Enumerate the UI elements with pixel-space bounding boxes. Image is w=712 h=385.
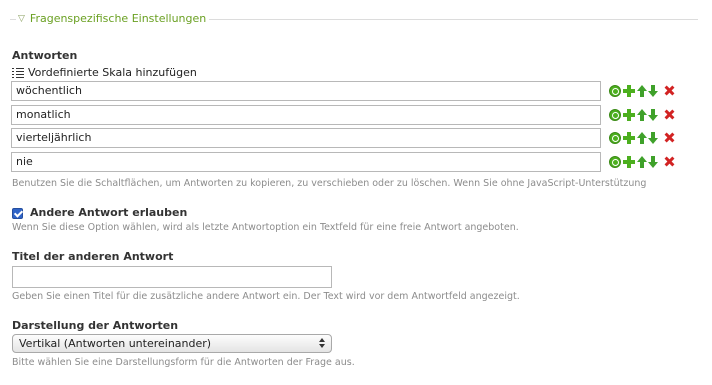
arrow-up-icon[interactable] — [637, 156, 647, 168]
answer-row — [11, 128, 701, 150]
plus-icon[interactable] — [623, 85, 635, 97]
arrow-down-icon[interactable] — [648, 156, 658, 168]
other-title-label: Titel der anderen Antwort — [12, 250, 174, 263]
arrow-down-icon[interactable] — [648, 85, 658, 97]
add-scale-link[interactable]: Vordefinierte Skala hinzufügen — [12, 66, 197, 80]
allow-other-option[interactable]: Andere Antwort erlauben — [12, 206, 187, 220]
answer-row — [11, 152, 701, 174]
answer-input[interactable] — [11, 105, 601, 125]
answer-input[interactable] — [11, 152, 601, 172]
other-title-input[interactable] — [12, 266, 332, 288]
plus-icon[interactable] — [623, 109, 635, 121]
plus-icon[interactable] — [623, 132, 635, 144]
triangle-down-icon: ▽ — [18, 14, 25, 24]
arrow-up-icon[interactable] — [637, 132, 647, 144]
other-title-help-text: Geben Sie einen Titel für die zusätzlich… — [12, 291, 520, 302]
delete-icon[interactable] — [664, 132, 675, 144]
display-help-text: Bitte wählen Sie eine Darstellungsform f… — [12, 357, 355, 368]
plus-icon[interactable] — [623, 156, 635, 168]
arrow-up-icon[interactable] — [637, 109, 647, 121]
allow-other-checkbox[interactable] — [12, 207, 23, 219]
display-select-value: Vertikal (Antworten untereinander) — [19, 337, 212, 350]
answer-row — [11, 105, 701, 127]
allow-other-label: Andere Antwort erlauben — [30, 206, 188, 219]
answer-row — [11, 81, 701, 103]
section-legend[interactable]: ▽ Fragenspezifische Einstellungen — [16, 12, 210, 26]
answer-input[interactable] — [11, 128, 601, 148]
answers-label: Antworten — [12, 49, 78, 62]
display-label: Darstellung der Antworten — [12, 319, 179, 332]
copy-icon[interactable] — [609, 85, 621, 97]
add-scale-label: Vordefinierte Skala hinzufügen — [28, 66, 197, 79]
delete-icon[interactable] — [664, 85, 675, 97]
arrow-down-icon[interactable] — [648, 109, 658, 121]
display-select[interactable]: Vertikal (Antworten untereinander) — [12, 334, 332, 353]
copy-icon[interactable] — [609, 109, 621, 121]
copy-icon[interactable] — [609, 156, 621, 168]
section-legend-text: Fragenspezifische Einstellungen — [29, 12, 207, 25]
answers-help-text: Benutzen Sie die Schaltflächen, um Antwo… — [12, 178, 647, 189]
list-icon — [12, 67, 24, 79]
select-arrows-icon — [319, 338, 326, 349]
arrow-down-icon[interactable] — [648, 132, 658, 144]
allow-other-help-text: Wenn Sie diese Option wählen, wird als l… — [12, 222, 519, 233]
answer-input[interactable] — [11, 81, 601, 101]
arrow-up-icon[interactable] — [637, 85, 647, 97]
delete-icon[interactable] — [664, 156, 675, 168]
copy-icon[interactable] — [609, 132, 621, 144]
delete-icon[interactable] — [664, 109, 675, 121]
